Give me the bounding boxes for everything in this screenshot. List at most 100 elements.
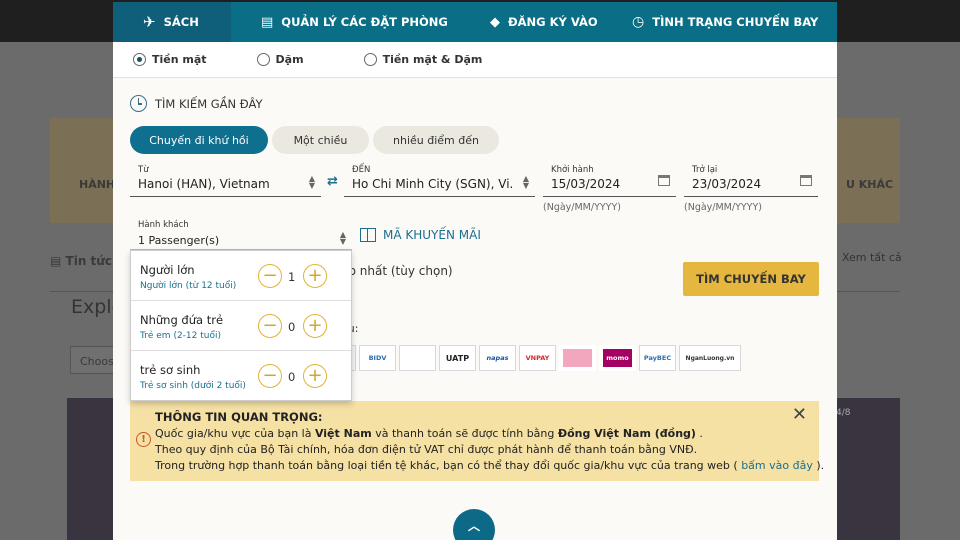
from-field[interactable]: Từ Hanoi (HAN), Vietnam ▲ ▼ <box>130 165 321 197</box>
return-date-field[interactable]: Trở lại 23/03/2024 <box>684 165 818 197</box>
passenger-age-hint: Người lớn (từ 12 tuổi) <box>140 281 237 291</box>
background-photo <box>67 398 114 540</box>
radio-dot-selected <box>133 53 146 66</box>
increment-adult-button[interactable]: + <box>303 264 327 288</box>
decrement-child-button[interactable]: − <box>258 314 282 338</box>
tab-check-in[interactable]: ◆ ĐĂNG KÝ VÀO <box>460 2 602 42</box>
clock-icon: ◷ <box>632 14 645 30</box>
passenger-type-label: Những đứa trẻ <box>140 313 224 327</box>
payment-logo-bank <box>399 345 436 371</box>
booking-modal: ✈ SÁCH ▤ QUẢN LÝ CÁC ĐẶT PHÒNG ◆ ĐĂNG KÝ… <box>113 2 837 540</box>
decrement-adult-button[interactable]: − <box>258 264 282 288</box>
radio-cash-miles[interactable]: Tiền mặt & Dặm <box>363 53 483 66</box>
trip-type-one-way[interactable]: Một chiều <box>272 126 369 154</box>
payment-logo-bidv: BIDV <box>359 345 396 371</box>
tab-flight-status[interactable]: ◷ TÌNH TRẠNG CHUYẾN BAY <box>602 2 832 42</box>
tab-manage-booking[interactable]: ▤ QUẢN LÝ CÁC ĐẶT PHÒNG <box>231 2 460 42</box>
booking-icon: ▤ <box>261 14 274 30</box>
background-choose-select: Choos <box>70 346 114 374</box>
background-card-left <box>50 118 114 223</box>
background-card-right <box>836 118 900 223</box>
tab-book-label: SÁCH <box>163 15 199 29</box>
payment-logo-vnpay: VNPAY <box>519 345 556 371</box>
depart-label: Khởi hành <box>551 165 594 175</box>
radio-cash-label: Tiền mặt <box>152 53 207 66</box>
depart-date-field[interactable]: Khởi hành 15/03/2024 <box>543 165 676 197</box>
passengers-field[interactable]: Hành khách 1 Passenger(s) ▲ ▼ <box>130 220 352 250</box>
decrement-infant-button[interactable]: − <box>258 364 282 388</box>
increment-child-button[interactable]: + <box>303 314 327 338</box>
recent-search-label: TÌM KIẾM GẦN ĐÂY <box>155 96 263 111</box>
tab-check-in-label: ĐĂNG KÝ VÀO <box>508 15 598 29</box>
payment-logo-nganluong: NganLuong.vn <box>679 345 741 371</box>
background-right-label: U KHÁC <box>846 178 894 191</box>
radio-dot <box>363 53 377 66</box>
radio-dot <box>256 53 270 66</box>
passenger-type-label: trẻ sơ sinh <box>140 363 201 377</box>
increment-infant-button[interactable]: + <box>303 364 327 388</box>
payment-logos: BIDV UATP napas VNPAY momo PayBEC NganLu… <box>344 345 744 371</box>
select-arrows-icon: ▲ ▼ <box>308 174 315 190</box>
passenger-row-child: Những đứa trẻ Trẻ em (2-12 tuổi) − 0 + <box>131 301 351 351</box>
child-count: 0 <box>288 320 296 334</box>
lowest-fare-text: ấp nhất (tùy chọn) <box>341 264 453 278</box>
return-date-hint: (Ngày/MM/YYYY) <box>684 202 762 213</box>
payment-logo-momo: momo <box>599 345 636 371</box>
search-flights-button[interactable]: TÌM CHUYẾN BAY <box>683 262 819 296</box>
trip-type-selector: Chuyến đi khứ hồi Một chiều nhiều điểm đ… <box>130 126 503 154</box>
depart-date-hint: (Ngày/MM/YYYY) <box>543 202 621 213</box>
radio-miles[interactable]: Dặm <box>256 53 304 66</box>
passengers-label: Hành khách <box>138 220 189 230</box>
background-divider <box>50 291 114 292</box>
background-divider <box>836 291 900 292</box>
tab-book[interactable]: ✈ SÁCH <box>113 2 231 42</box>
select-arrows-icon: ▲ ▼ <box>522 174 529 190</box>
radio-cash[interactable]: Tiền mặt <box>133 53 207 66</box>
calendar-icon[interactable] <box>800 175 812 186</box>
from-value: Hanoi (HAN), Vietnam <box>138 177 270 191</box>
swap-route-icon[interactable]: ⇄ <box>327 174 338 189</box>
info-line-2: Theo quy định của Bộ Tài chính, hóa đơn … <box>155 443 698 456</box>
payment-logo-paybec: PayBEC <box>639 345 676 371</box>
payment-logo-pink <box>559 345 596 371</box>
background-see-all: Xem tất cả <box>842 251 902 264</box>
return-label: Trở lại <box>692 165 718 175</box>
chevron-up-icon: ︿ <box>467 519 480 533</box>
passenger-age-hint: Trẻ sơ sinh (dưới 2 tuổi) <box>140 381 246 391</box>
background-photo <box>836 398 900 540</box>
promo-code-link[interactable]: MÃ KHUYẾN MÃI <box>360 228 481 242</box>
change-region-link[interactable]: bấm vào đây <box>741 459 813 472</box>
payment-logo-napas: napas <box>479 345 516 371</box>
important-info-box: ! THÔNG TIN QUAN TRỌNG: Quốc gia/khu vực… <box>130 401 824 481</box>
passenger-age-hint: Trẻ em (2-12 tuổi) <box>140 331 221 341</box>
gift-icon <box>360 228 376 242</box>
recent-search-link[interactable]: TÌM KIẾM GẦN ĐÂY <box>130 95 263 112</box>
scroll-up-button[interactable]: ︿ <box>453 509 495 540</box>
infant-count: 0 <box>288 370 296 384</box>
depart-value: 15/03/2024 <box>551 177 621 191</box>
to-field[interactable]: ĐẾN Ho Chi Minh City (SGN), Vi... ▲ ▼ <box>344 165 535 197</box>
warning-icon: ! <box>136 432 151 447</box>
passenger-type-label: Người lớn <box>140 263 195 277</box>
to-label: ĐẾN <box>352 165 371 175</box>
passenger-row-infant: trẻ sơ sinh Trẻ sơ sinh (dưới 2 tuổi) − … <box>131 351 351 401</box>
return-value: 23/03/2024 <box>692 177 762 191</box>
close-icon[interactable]: ✕ <box>792 404 807 425</box>
tab-bar: ✈ SÁCH ▤ QUẢN LÝ CÁC ĐẶT PHÒNG ◆ ĐĂNG KÝ… <box>113 2 837 42</box>
calendar-icon[interactable] <box>658 175 670 186</box>
ticket-icon: ◆ <box>490 14 500 30</box>
trip-type-round-trip[interactable]: Chuyến đi khứ hồi <box>130 126 268 154</box>
select-arrows-icon: ▲ ▼ <box>339 230 346 246</box>
trip-type-multi-city[interactable]: nhiều điểm đến <box>373 126 499 154</box>
passengers-value: 1 Passenger(s) <box>138 234 220 247</box>
tab-flight-status-label: TÌNH TRẠNG CHUYẾN BAY <box>652 15 819 29</box>
info-line-1: Quốc gia/khu vực của bạn là Việt Nam và … <box>155 427 703 440</box>
radio-miles-label: Dặm <box>275 53 304 66</box>
history-clock-icon <box>130 95 147 112</box>
radio-cash-miles-label: Tiền mặt & Dặm <box>382 53 483 66</box>
plane-icon: ✈ <box>143 12 156 31</box>
background-counter: 4/8 <box>836 408 851 418</box>
payment-type-bar: Tiền mặt Dặm Tiền mặt & Dặm <box>113 42 837 78</box>
info-title: THÔNG TIN QUAN TRỌNG: <box>155 410 323 424</box>
background-left-label: HÀNH <box>79 178 116 191</box>
